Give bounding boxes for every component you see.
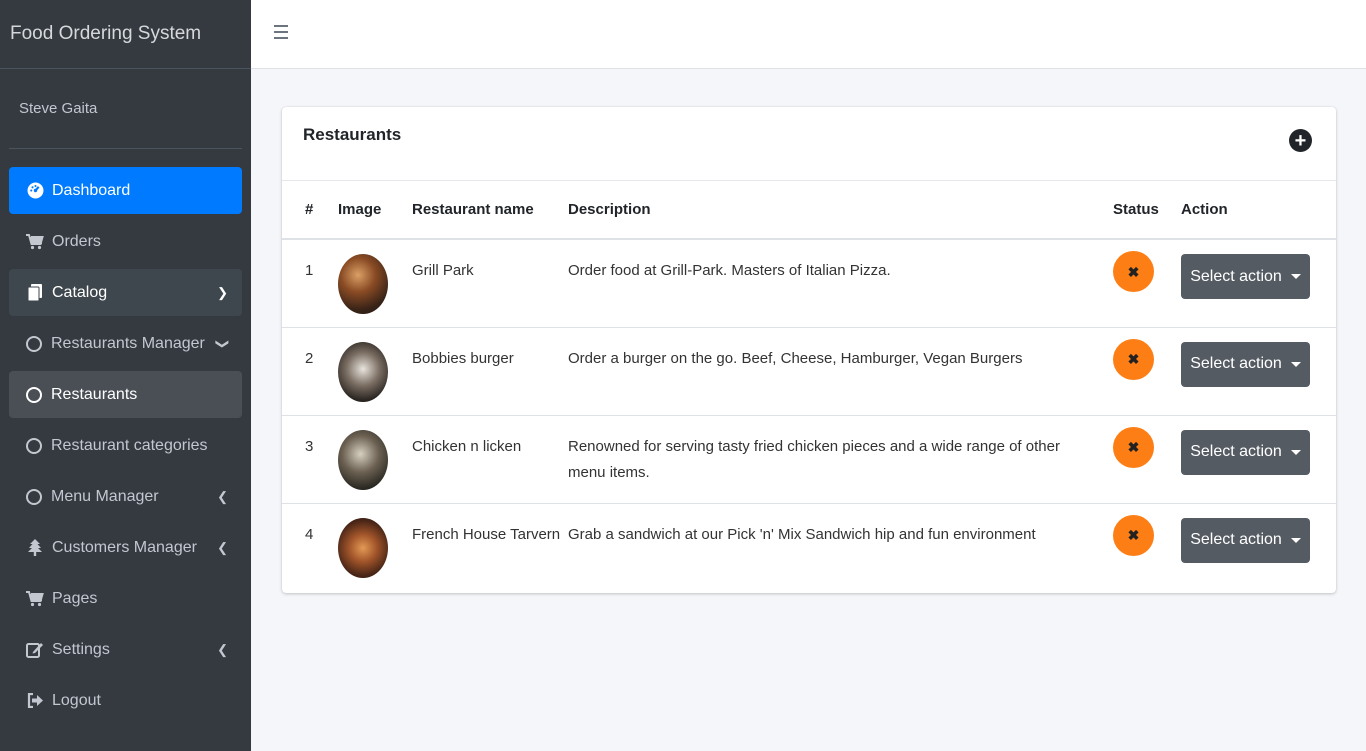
column-header: Description: [568, 181, 1113, 240]
close-icon: ✖: [1127, 351, 1140, 367]
restaurant-description: Renowned for serving tasty fried chicken…: [568, 415, 1113, 504]
sidebar-item-label: Restaurants: [51, 385, 138, 403]
restaurant-image: [338, 341, 388, 402]
dropdown-label: Select action: [1190, 267, 1282, 285]
dropdown-label: Select action: [1190, 531, 1282, 548]
sidebar-item-label: Catalog: [52, 283, 108, 301]
close-icon: ✖: [1127, 527, 1140, 543]
status-toggle-button[interactable]: ✖: [1113, 251, 1154, 292]
table-row: 2 Bobbies burger Order a burger on the g…: [282, 327, 1336, 416]
select-action-dropdown[interactable]: Select action: [1181, 517, 1310, 563]
sidebar-item-label: Restaurants Manager: [51, 334, 205, 352]
restaurant-name: Grill Park: [412, 239, 568, 328]
sidebar-item-logout[interactable]: Logout: [9, 677, 242, 724]
chevron-left-icon: ❮: [217, 539, 228, 555]
sidebar-item-customers-manager[interactable]: Customers Manager ❮: [9, 524, 242, 571]
row-number: 1: [282, 239, 338, 328]
sidebar-item-label: Menu Manager: [51, 487, 159, 505]
sidebar-item-settings[interactable]: Settings ❮: [9, 626, 242, 673]
table-row: 1 Grill Park Order food at Grill-Park. M…: [282, 239, 1336, 328]
sign-out-icon: [26, 692, 44, 710]
caret-down-icon: [1290, 449, 1301, 455]
circle-icon: [26, 437, 42, 454]
card-title: Restaurants: [303, 125, 402, 144]
column-header: #: [282, 181, 338, 240]
circle-icon: [26, 488, 42, 505]
row-number: 3: [282, 415, 338, 504]
restaurant-description: Order food at Grill-Park. Masters of Ita…: [568, 239, 1113, 328]
select-action-dropdown[interactable]: Select action: [1181, 429, 1310, 475]
sidebar-item-label: Settings: [52, 640, 110, 658]
edit-icon: [26, 641, 44, 659]
card-header: Restaurants +: [282, 107, 1336, 181]
tachometer-icon: [26, 182, 44, 200]
tree-icon: [26, 539, 44, 557]
plus-circle-icon: +: [1294, 129, 1307, 152]
sidebar-item-label: Customers Manager: [52, 538, 197, 556]
caret-down-icon: [1290, 537, 1301, 543]
restaurant-image: [338, 429, 388, 490]
status-toggle-button[interactable]: ✖: [1113, 426, 1154, 468]
brand-link[interactable]: Food Ordering System: [0, 0, 251, 69]
dropdown-label: Select action: [1190, 443, 1282, 460]
select-action-dropdown[interactable]: Select action: [1181, 254, 1310, 299]
chevron-left-icon: ❮: [217, 488, 228, 504]
restaurant-description: Order a burger on the go. Beef, Cheese, …: [568, 327, 1113, 416]
chevron-down-icon: ❯: [217, 284, 228, 300]
sidebar-item-label: Orders: [52, 232, 101, 250]
sidebar-item-label: Dashboard: [52, 181, 131, 199]
row-number: 4: [305, 525, 314, 543]
chevron-left-icon: ❮: [217, 641, 228, 657]
copy-icon: [26, 283, 44, 302]
sidebar-item-catalog[interactable]: Catalog ❯: [9, 269, 242, 316]
caret-down-icon: [1290, 361, 1301, 367]
column-header: Action: [1181, 181, 1336, 240]
restaurant-name: Chicken n licken: [412, 415, 568, 504]
row-number: 2: [282, 327, 338, 416]
top-navbar: [251, 0, 1366, 69]
close-icon: ✖: [1127, 263, 1140, 280]
table-row: 4 French House Tarvern Grab a sandwich a…: [282, 503, 1336, 591]
restaurant-description: Grab a sandwich at our Pick 'n' Mix Sand…: [568, 525, 1036, 543]
column-header: Restaurant name: [412, 181, 568, 240]
sidebar-item-restaurant-categories[interactable]: Restaurant categories: [9, 422, 242, 469]
close-icon: ✖: [1127, 439, 1140, 455]
caret-down-icon: [1290, 274, 1301, 279]
sidebar-item-restaurants[interactable]: Restaurants: [9, 371, 242, 418]
sidebar-item-orders[interactable]: Orders: [9, 218, 242, 265]
sidebar-nav: Dashboard Orders Catalog ❯ Restaurants M…: [0, 149, 251, 724]
restaurant-image: [338, 517, 388, 578]
sidebar-item-restaurants-manager[interactable]: Restaurants Manager ❯: [9, 320, 242, 367]
sidebar-item-label: Restaurant categories: [51, 436, 208, 454]
sidebar-item-menu-manager[interactable]: Menu Manager ❮: [9, 473, 242, 520]
restaurant-name: French House Tarvern: [412, 525, 561, 543]
status-toggle-button[interactable]: ✖: [1113, 514, 1154, 556]
sidebar: Food Ordering System Steve Gaita Dashboa…: [0, 0, 251, 751]
cart-icon: [26, 590, 44, 608]
dropdown-label: Select action: [1190, 355, 1282, 372]
menu-toggle-icon[interactable]: [274, 25, 288, 39]
cart-icon: [26, 233, 44, 251]
restaurant-image: [338, 254, 388, 314]
circle-icon: [26, 386, 42, 403]
column-header: Image: [338, 181, 412, 240]
table-row: 3 Chicken n licken Renowned for serving …: [282, 415, 1336, 504]
table-header-row: # Image Restaurant name Description Stat…: [282, 181, 1336, 240]
chevron-down-icon: ❯: [215, 338, 231, 349]
sidebar-item-label: Pages: [52, 589, 98, 607]
status-toggle-button[interactable]: ✖: [1113, 338, 1154, 380]
sidebar-item-dashboard[interactable]: Dashboard: [9, 167, 242, 214]
circle-icon: [26, 335, 42, 352]
column-header: Status: [1113, 181, 1181, 240]
restaurant-name: Bobbies burger: [412, 327, 568, 416]
user-name[interactable]: Steve Gaita: [9, 69, 242, 149]
sidebar-item-label: Logout: [52, 691, 101, 709]
restaurants-card: Restaurants + # Image Restaurant name De…: [282, 107, 1336, 593]
add-restaurant-button[interactable]: +: [1289, 129, 1312, 152]
restaurants-table: # Image Restaurant name Description Stat…: [282, 181, 1336, 591]
sidebar-item-pages[interactable]: Pages: [9, 575, 242, 622]
select-action-dropdown[interactable]: Select action: [1181, 341, 1310, 387]
